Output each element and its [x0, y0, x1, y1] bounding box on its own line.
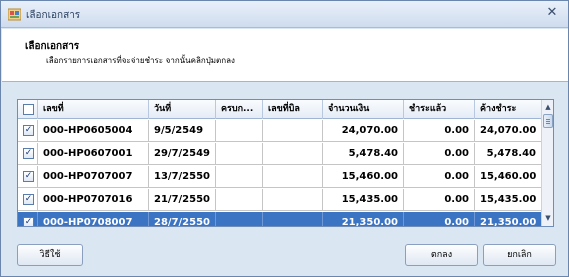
help-button[interactable]: วิธีใช้ [17, 244, 83, 266]
ok-button[interactable]: ตกลง [405, 244, 478, 266]
cell-bill [263, 143, 323, 165]
cell-paid: 0.00 [404, 166, 475, 188]
cell-number: 000-HP0707016 [38, 189, 149, 211]
cell-paid: 0.00 [404, 120, 475, 142]
cell-bill [263, 189, 323, 211]
cell-due [216, 212, 263, 226]
column-header-amount[interactable]: จำนวนเงิน [323, 100, 404, 119]
cell-bill [263, 166, 323, 188]
row-select-cell[interactable]: ✓ [18, 189, 38, 211]
cell-number: 000-HP0605004 [38, 120, 149, 142]
row-checkbox[interactable]: ✓ [23, 194, 34, 205]
cell-date: 28/7/2550 [149, 212, 216, 226]
column-header-number[interactable]: เลขที่ [38, 100, 149, 119]
cell-paid: 0.00 [404, 212, 475, 226]
cell-outstanding: 15,435.00 [480, 194, 537, 205]
scroll-up-icon[interactable]: ▲ [542, 101, 553, 113]
cell-date: 29/7/2549 [149, 143, 216, 165]
scroll-down-icon[interactable]: ▼ [542, 212, 553, 224]
app-icon [8, 8, 21, 21]
document-grid[interactable]: เลขที่ วันที่ ครบก... เลขที่บิล จำนวนเงิ… [17, 99, 554, 227]
cell-number: 000-HP0708007 [38, 212, 149, 226]
cell-number: 000-HP0607001 [38, 143, 149, 165]
table-row[interactable]: ✓ 000-HP0607001 29/7/2549 5,478.40 0.00 5,478… [18, 143, 541, 165]
row-select-cell[interactable]: ✓ [18, 166, 38, 188]
header-panel: เลือกเอกสาร เลือกรายการเอกสารที่จะจ่ายชำ… [2, 29, 568, 82]
title-bar[interactable]: เลือกเอกสาร ✕ [1, 1, 568, 28]
cell-due [216, 120, 263, 142]
dialog-window: เลือกเอกสาร ✕ เลือกเอกสาร เลือกรายการเอก… [0, 0, 569, 277]
column-header-paid[interactable]: ชำระแล้ว [404, 100, 475, 119]
row-checkbox[interactable]: ✓ [23, 148, 34, 159]
column-header-due[interactable]: ครบก... [216, 100, 263, 119]
cell-paid: 0.00 [404, 189, 475, 211]
cell-bill [263, 120, 323, 142]
column-header-bill[interactable]: เลขที่บิล [263, 100, 323, 119]
cell-due [216, 166, 263, 188]
cell-amount: 15,435.00 [323, 189, 404, 211]
cell-outstanding: 21,350.00 [480, 217, 537, 227]
row-checkbox[interactable]: ✓ [23, 171, 34, 182]
row-select-cell[interactable]: ✓ [18, 212, 38, 226]
cell-amount: 24,070.00 [323, 120, 404, 142]
cancel-button[interactable]: ยกเลิก [483, 244, 556, 266]
vertical-scrollbar[interactable]: ▲ ▼ [541, 100, 553, 226]
select-all-cell[interactable] [18, 100, 38, 119]
cell-outstanding: 5,478.40 [486, 148, 536, 159]
cell-date: 9/5/2549 [149, 120, 216, 142]
cell-amount: 15,460.00 [323, 166, 404, 188]
table-row[interactable]: ✓ 000-HP0707016 21/7/2550 15,435.00 0.00 15,4… [18, 189, 541, 211]
cell-date: 13/7/2550 [149, 166, 216, 188]
column-header-date[interactable]: วันที่ [149, 100, 216, 119]
cell-amount: 21,350.00 [323, 212, 404, 226]
cell-amount: 5,478.40 [323, 143, 404, 165]
cell-outstanding: 24,070.00 [480, 125, 537, 136]
cell-paid: 0.00 [404, 143, 475, 165]
cell-outstanding: 15,460.00 [480, 171, 537, 182]
table-row[interactable]: ✓ 000-HP0708007 28/7/2550 21,350.00 0.00 21,3… [18, 212, 541, 227]
scroll-thumb[interactable] [543, 114, 553, 128]
page-subtitle: เลือกรายการเอกสารที่จะจ่ายชำระ จากนั้นคล… [46, 56, 235, 65]
cell-date: 21/7/2550 [149, 189, 216, 211]
page-title: เลือกเอกสาร [25, 41, 80, 52]
cell-due [216, 143, 263, 165]
row-select-cell[interactable]: ✓ [18, 120, 38, 142]
row-checkbox[interactable]: ✓ [23, 217, 34, 226]
grid-header: เลขที่ วันที่ ครบก... เลขที่บิล จำนวนเงิ… [18, 100, 541, 119]
close-icon[interactable]: ✕ [544, 5, 560, 21]
column-header-outstanding[interactable]: ค้างชำระ [475, 100, 541, 119]
table-row[interactable]: ✓ 000-HP0605004 9/5/2549 24,070.00 0.00 24,07… [18, 120, 541, 142]
cell-bill [263, 212, 323, 226]
select-all-checkbox[interactable] [23, 104, 34, 115]
cell-due [216, 189, 263, 211]
cell-number: 000-HP0707007 [38, 166, 149, 188]
row-select-cell[interactable]: ✓ [18, 143, 38, 165]
row-checkbox[interactable]: ✓ [23, 125, 34, 136]
table-row[interactable]: ✓ 000-HP0707007 13/7/2550 15,460.00 0.00 15,4… [18, 166, 541, 188]
window-title: เลือกเอกสาร [26, 10, 81, 21]
